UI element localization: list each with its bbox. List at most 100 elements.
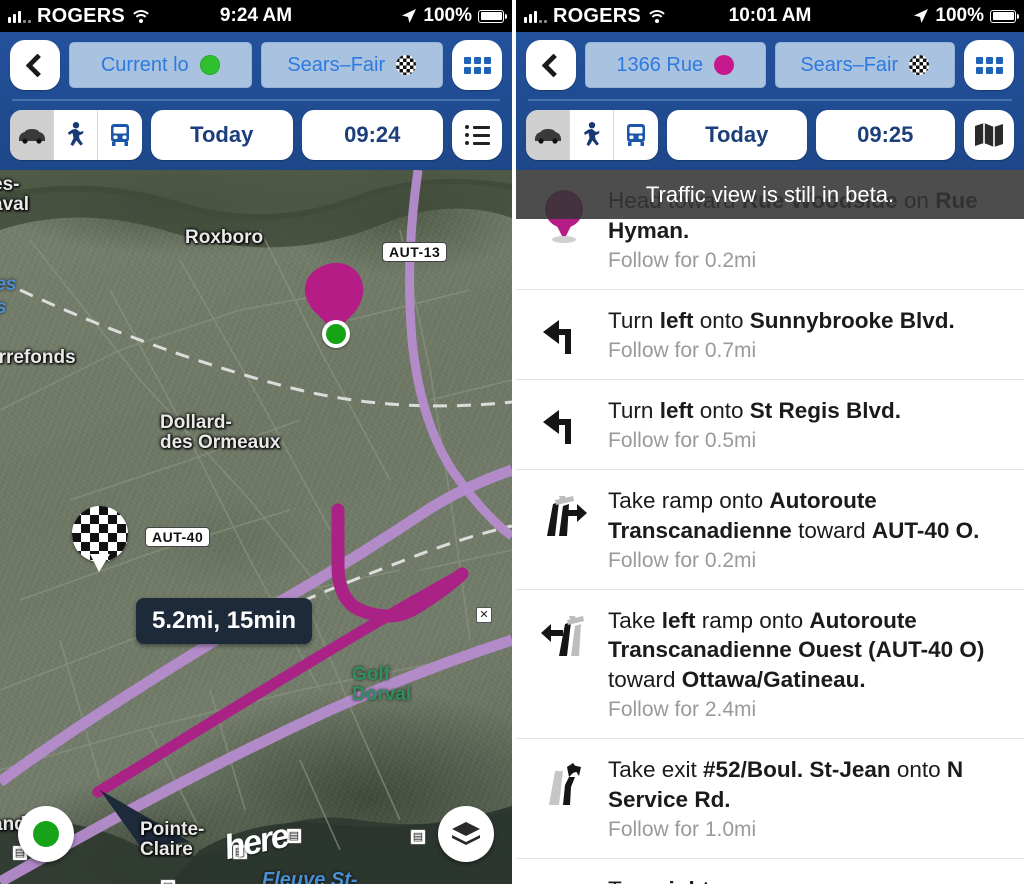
green-dot-icon [199, 55, 220, 75]
direction-text: Turn left onto St Regis Blvd. Follow for … [608, 396, 1006, 453]
mode-transit[interactable] [98, 110, 142, 160]
poi-marker[interactable]: ▤ [160, 879, 176, 884]
direction-distance: Follow for 1.0mi [608, 818, 757, 842]
direction-row[interactable]: Take exit #52/Boul. St-Jean onto N Servi… [516, 739, 1024, 860]
car-icon [18, 129, 45, 144]
direction-row[interactable]: Turn left onto Sunnybrooke Blvd. Follow f… [516, 290, 1024, 380]
transport-mode-selector[interactable] [10, 110, 142, 160]
mode-walk[interactable] [570, 110, 614, 160]
map-label: Pointe- Claire [140, 819, 205, 860]
mode-walk[interactable] [54, 110, 98, 160]
left-status-bar: ROGERS 9:24 AM 100% [0, 0, 512, 32]
origin-field[interactable]: Current lo [69, 42, 252, 88]
direction-instruction: Turn left onto Sunnybrooke Blvd. [608, 307, 955, 333]
mode-transit[interactable] [614, 110, 658, 160]
chevron-left-icon [25, 52, 50, 78]
mode-car[interactable] [526, 110, 570, 160]
list-view-button[interactable] [452, 110, 502, 160]
destination-field[interactable]: Sears–Fair [774, 42, 955, 88]
bus-icon [627, 124, 645, 146]
recenter-button[interactable] [18, 806, 74, 862]
map-label: Golf Dorval [352, 664, 412, 705]
car-icon [534, 129, 561, 144]
route-summary-callout[interactable]: 5.2mi, 15min [136, 598, 313, 644]
right-phone-panel: ROGERS 10:01 AM 100% 1366 Rue Sears–Fair… [512, 0, 1024, 894]
maneuver-icon-wrap [536, 486, 592, 538]
list-icon [464, 125, 490, 145]
battery-icon [990, 9, 1019, 23]
header-divider [528, 99, 1012, 101]
map-label: errefonds [0, 347, 76, 368]
date-button[interactable]: Today [151, 110, 293, 160]
apps-grid-button[interactable] [964, 40, 1014, 90]
checkered-flag-icon [909, 55, 930, 75]
map-label: Roxboro [185, 227, 264, 248]
screenshot-stage: ROGERS 9:24 AM 100% Current lo Sears–Fai… [0, 0, 1024, 894]
poi-marker[interactable]: ▤ [410, 829, 426, 845]
destination-label: Sears–Fair [800, 53, 899, 76]
pedestrian-icon [67, 122, 83, 146]
ramp-left-icon [541, 615, 584, 656]
poi-marker[interactable]: ✕ [476, 607, 492, 623]
map-view[interactable]: es- aval Roxboro les s errefonds Dollard… [0, 170, 512, 884]
right-header-row-1: 1366 Rue Sears–Fair [526, 40, 1014, 90]
direction-instruction: Take exit #52/Boul. St-Jean onto N Servi… [608, 757, 964, 813]
direction-row[interactable]: Turn left onto St Regis Blvd. Follow for … [516, 380, 1024, 470]
transport-mode-selector[interactable] [526, 110, 658, 160]
current-location-marker[interactable] [322, 320, 350, 348]
direction-distance: Follow for 2.4mi [608, 698, 757, 722]
direction-row[interactable]: Turn right. [516, 859, 1024, 884]
maneuver-icon-wrap [536, 606, 592, 658]
direction-row[interactable]: Take left ramp onto Autoroute Transcanad… [516, 590, 1024, 740]
directions-list[interactable]: Traffic view is still in beta. Head towa… [516, 170, 1024, 884]
map-label: Dollard- des Ormeaux [160, 412, 281, 453]
exit-right-icon [549, 763, 581, 806]
date-button[interactable]: Today [667, 110, 807, 160]
directions-rows: Head toward Rue Woodside on Rue Hyman.Fo… [516, 170, 1024, 884]
highway-shield: AUT-13 [382, 242, 448, 262]
apps-grid-button[interactable] [452, 40, 502, 90]
layers-button[interactable] [438, 806, 494, 862]
map-label: es- aval [0, 174, 29, 215]
checkered-flag-icon [396, 55, 417, 75]
direction-text: Turn left onto Sunnybrooke Blvd. Follow f… [608, 306, 1006, 363]
time-button[interactable]: 09:24 [301, 110, 443, 160]
left-header-row-2: Today 09:24 [10, 110, 502, 160]
direction-distance: Follow for 0.5mi [608, 428, 757, 452]
checkered-flag-pin[interactable] [72, 506, 128, 572]
battery-percent-label: 100% [935, 5, 984, 26]
direction-distance: Follow for 0.2mi [608, 248, 757, 272]
right-header-row-2: Today 09:25 [526, 110, 1014, 160]
map-view-button[interactable] [964, 110, 1014, 160]
direction-row[interactable]: Take ramp onto Autoroute Transcanadienne… [516, 470, 1024, 590]
mode-car[interactable] [10, 110, 54, 160]
origin-label: 1366 Rue [616, 53, 704, 76]
location-arrow-icon [914, 9, 929, 23]
direction-instruction: Take left ramp onto Autoroute Transcanad… [608, 607, 985, 693]
map-label: les [0, 274, 17, 295]
chevron-left-icon [541, 52, 566, 78]
direction-text: Take exit #52/Boul. St-Jean onto N Servi… [608, 755, 1006, 842]
direction-instruction: Turn right. [608, 875, 1006, 884]
map-label: s [0, 298, 7, 318]
destination-field[interactable]: Sears–Fair [260, 42, 443, 88]
destination-pin-marker[interactable] [306, 262, 364, 320]
map-icon [975, 123, 1003, 147]
origin-label: Current lo [100, 53, 189, 76]
left-header-row-1: Current lo Sears–Fair [10, 40, 502, 90]
maneuver-icon-wrap [536, 306, 592, 356]
direction-text: Turn right. [608, 875, 1006, 884]
right-status-bar: ROGERS 10:01 AM 100% [516, 0, 1024, 32]
map-label: Fleuve St- Laurent [262, 869, 358, 885]
grid-icon [975, 56, 1003, 74]
time-button[interactable]: 09:25 [815, 110, 955, 160]
highway-shield: AUT-40 [145, 527, 211, 547]
header-divider [12, 99, 500, 101]
battery-icon [478, 9, 507, 23]
back-button[interactable] [10, 40, 60, 90]
status-right: 100% [401, 5, 507, 27]
origin-field[interactable]: 1366 Rue [585, 42, 766, 88]
grid-icon [463, 56, 491, 74]
back-button[interactable] [526, 40, 576, 90]
ramp-right-icon [547, 495, 587, 536]
